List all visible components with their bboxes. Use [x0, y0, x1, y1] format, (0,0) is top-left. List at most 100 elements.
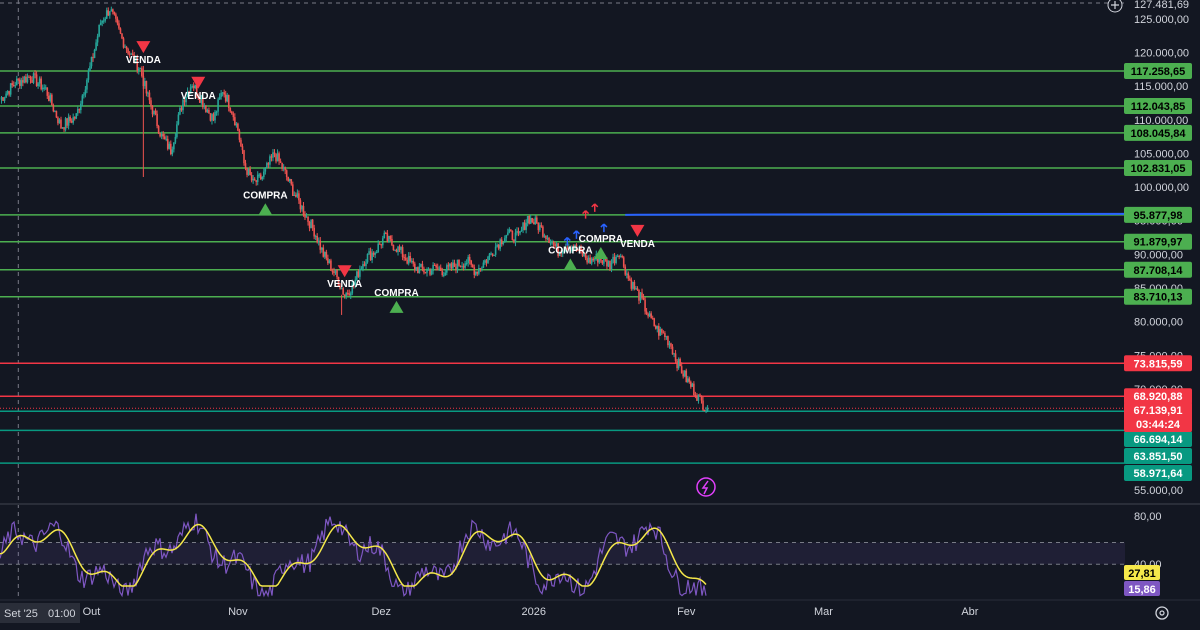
candle-body [80, 103, 82, 111]
candle-body [212, 114, 215, 121]
candle-body [93, 49, 96, 58]
candle-body [700, 395, 703, 401]
level-badge-9: 68.920,88 [1134, 391, 1183, 403]
candle-body [253, 178, 256, 181]
candle-body [316, 236, 318, 243]
level-badge-1: 112.043,85 [1131, 101, 1185, 113]
candle-body [610, 262, 613, 270]
candle-body [293, 194, 296, 196]
osc-band [0, 542, 1125, 565]
osc-badge-0: 27,81 [1128, 568, 1156, 580]
candle-body [543, 235, 546, 237]
price-tick-1: 120.000,00 [1134, 47, 1189, 59]
candle-body [426, 270, 428, 273]
candle-body [648, 313, 651, 317]
price-axis[interactable]: 125.000,00120.000,00115.000,00110.000,00… [1134, 0, 1189, 571]
candle-body [203, 105, 206, 108]
price-tick-12: 55.000,00 [1134, 485, 1183, 497]
candle-body [391, 238, 393, 245]
candle-body [26, 76, 29, 83]
candle-body [442, 274, 445, 276]
level-badge-6: 87.708,14 [1134, 265, 1184, 277]
candle-body [223, 92, 225, 95]
candle-body [651, 318, 654, 320]
candle-body [145, 81, 148, 94]
candle-body [529, 218, 532, 224]
candle-body [84, 89, 87, 95]
candle-body [436, 267, 439, 269]
candle-body [497, 244, 500, 249]
candle-body [55, 111, 58, 118]
time-label-5: Mar [814, 606, 833, 618]
candle-body [259, 174, 262, 180]
candle-body [51, 94, 53, 105]
candle-body [22, 80, 24, 83]
candle-body [278, 153, 280, 162]
candle-body [217, 99, 219, 112]
candle-body [299, 200, 302, 210]
candle-body [46, 87, 49, 96]
level-badge-0: 117.258,65 [1131, 66, 1185, 78]
candle-body [679, 359, 681, 367]
level-badge-12: 58.971,64 [1134, 468, 1184, 480]
candle-body [638, 289, 640, 301]
candle-body [17, 78, 20, 80]
candle-body [690, 381, 692, 387]
candle-body [427, 269, 430, 271]
candle-body [537, 222, 540, 231]
sell-label-0: VENDA [126, 55, 161, 66]
candle-body [14, 85, 17, 87]
candle-body [473, 267, 476, 275]
candle-body [586, 258, 588, 263]
candle-body [441, 270, 444, 276]
candle-body [487, 256, 489, 263]
candle-body [365, 262, 367, 266]
candle-body [8, 91, 10, 95]
candle-body [435, 265, 437, 268]
level-badge-7: 83.710,13 [1134, 292, 1183, 304]
candle-body [160, 134, 163, 137]
candle-body [349, 293, 352, 296]
candle-body [226, 94, 229, 102]
candle-body [414, 263, 416, 271]
candle-body [176, 124, 178, 137]
candle-body [511, 230, 514, 240]
candle-body [121, 33, 123, 39]
candle-body [310, 219, 312, 229]
candle-body [464, 263, 466, 268]
candle-body [705, 410, 707, 412]
candle-body [70, 120, 73, 123]
candle-body [346, 292, 349, 294]
candle-body [673, 353, 675, 355]
price-chart[interactable]: VENDAVENDACOMPRAVENDACOMPRACOMPRACOMPRAV… [0, 0, 1200, 630]
candle-body [137, 68, 140, 71]
candle-body [546, 237, 549, 239]
candle-body [244, 163, 247, 168]
candle-body [227, 94, 230, 109]
candle-body [363, 264, 366, 266]
candle-body [693, 383, 695, 396]
candle-body [446, 265, 448, 273]
candle-body [154, 110, 157, 114]
candle-body [237, 123, 239, 131]
candle-body [462, 265, 465, 268]
candle-body [89, 66, 91, 72]
candle-body [375, 252, 378, 254]
candle-body [525, 223, 527, 230]
candle-body [622, 257, 625, 267]
candle-body [519, 231, 521, 234]
candle-body [665, 336, 668, 338]
candle-body [522, 222, 524, 230]
candle-body [232, 113, 235, 118]
candle-body [702, 400, 704, 410]
candle-body [410, 260, 413, 262]
candle-body [476, 271, 479, 274]
candle-body [330, 260, 332, 271]
candle-body [48, 95, 50, 101]
candle-body [296, 193, 299, 197]
candle-body [369, 251, 372, 261]
candle-body [438, 267, 440, 269]
candle-body [659, 329, 662, 336]
candle-body [383, 232, 386, 239]
candle-body [348, 293, 351, 296]
